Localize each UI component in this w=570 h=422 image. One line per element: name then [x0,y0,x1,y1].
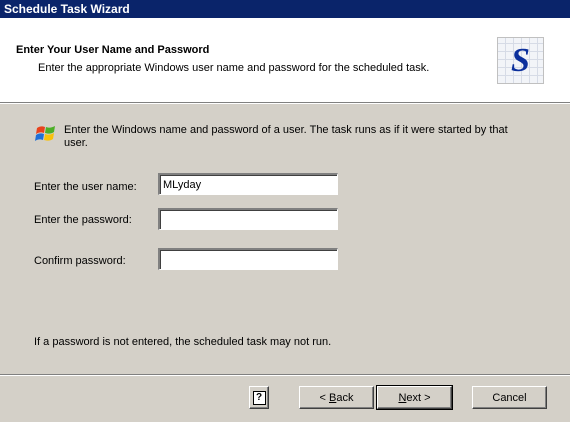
page-title: Enter Your User Name and Password [16,44,210,56]
wizard-footer: ? < Back Next > Cancel [0,376,570,422]
logo-letter: S [511,42,530,79]
wizard-header: Enter Your User Name and Password Enter … [0,18,570,102]
next-label: ext [406,391,422,404]
window-title: Schedule Task Wizard [4,2,130,16]
password-input[interactable] [158,208,338,230]
user-name-input[interactable] [158,173,338,195]
back-button[interactable]: < Back [299,386,374,409]
scheduled-tasks-logo-icon: S [497,37,544,84]
page-subtitle: Enter the appropriate Windows user name … [38,62,430,74]
confirm-password-input[interactable] [158,248,338,270]
confirm-password-label: Confirm password: [34,255,126,267]
windows-logo-icon [35,126,55,141]
help-button[interactable]: ? [249,386,269,409]
wizard-content: Enter the Windows name and password of a… [0,104,570,374]
next-button[interactable]: Next > [376,385,453,410]
help-icon: ? [252,390,266,405]
back-arrow: < [319,391,329,404]
intro-text: Enter the Windows name and password of a… [64,124,508,149]
cancel-button[interactable]: Cancel [472,386,547,409]
back-label: ack [336,391,354,404]
user-name-label: Enter the user name: [34,181,137,193]
next-arrow: > [421,391,431,404]
password-label: Enter the password: [34,214,132,226]
window-title-bar[interactable]: Schedule Task Wizard [0,0,570,18]
password-warning-note: If a password is not entered, the schedu… [34,336,332,348]
